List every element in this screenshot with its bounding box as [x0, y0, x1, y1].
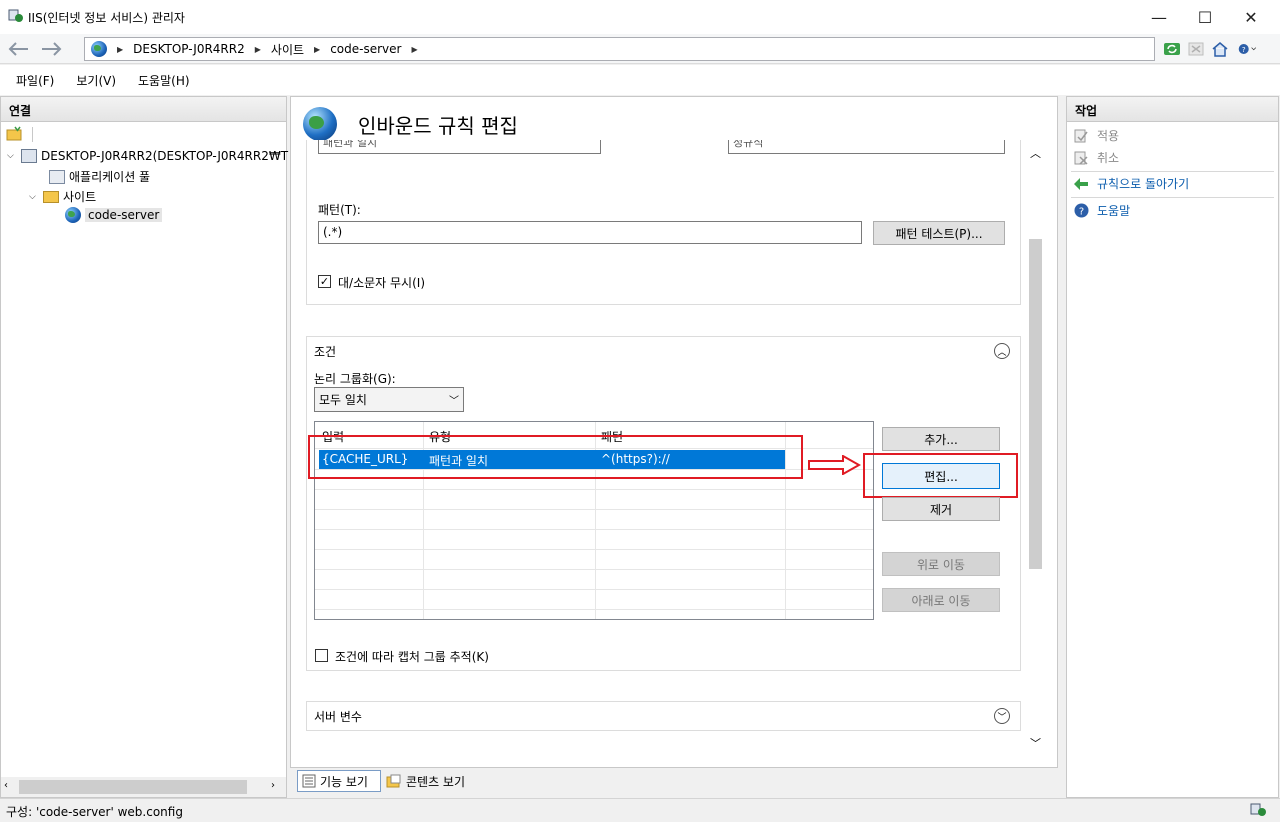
refresh-icon[interactable]: [1162, 39, 1182, 59]
breadcrumb-arrow-icon: ▶: [117, 44, 124, 54]
ignore-case-label: 대/소문자 무시(I): [338, 276, 426, 290]
svg-text:?: ?: [1078, 207, 1083, 218]
ignore-case-checkbox[interactable]: ✓: [318, 275, 331, 288]
menu-help[interactable]: 도움말(H): [138, 72, 190, 89]
pattern-label: 패턴(T):: [318, 203, 361, 217]
status-text: 구성: 'code-server' web.config: [6, 805, 183, 819]
features-view-icon: [302, 774, 316, 788]
chevron-down-icon[interactable]: ⌵: [29, 192, 39, 202]
requested-url-combo[interactable]: 패턴과 일치: [318, 140, 601, 154]
tab-features-view[interactable]: 기능 보기: [297, 770, 381, 792]
scroll-up-icon[interactable]: ︿: [1030, 145, 1041, 161]
page-title: 인바운드 규칙 편집: [358, 114, 518, 138]
tree-item-app-pools[interactable]: 애플리케이션 풀: [31, 168, 150, 185]
action-apply[interactable]: 적용: [1073, 127, 1119, 144]
scroll-down-icon[interactable]: ﹀: [1030, 735, 1041, 751]
action-back-to-rules[interactable]: 규칙으로 돌아가기: [1073, 175, 1189, 192]
server-variables-header: 서버 변수: [314, 710, 362, 724]
help-icon: ?: [1073, 203, 1089, 219]
address-bar[interactable]: ▶ DESKTOP-J0R4RR2 ▶ 사이트 ▶ code-server ▶: [84, 37, 1155, 61]
connections-panel: 연결 ⌵ DESKTOP-J0R4RR2(DESKTOP-J0R4RR2₩T 애…: [0, 96, 288, 798]
pattern-input[interactable]: (.*): [318, 221, 862, 244]
connections-header: 연결: [1, 97, 286, 122]
app-pool-icon: [49, 169, 65, 184]
content-view-icon: [386, 774, 401, 788]
globe-icon: [65, 207, 81, 223]
apply-icon: [1073, 128, 1089, 144]
test-pattern-button[interactable]: 패턴 테스트(P)...: [873, 221, 1005, 245]
forward-arrow-icon[interactable]: [36, 38, 66, 60]
help-icon[interactable]: ?: [1238, 39, 1258, 59]
scroll-left-icon[interactable]: ‹: [4, 780, 8, 791]
toolbar-separator: [32, 127, 33, 142]
conditions-header: 조건: [314, 345, 337, 359]
logical-grouping-select[interactable]: 모두 일치 ﹀: [314, 387, 464, 412]
iis-app-icon: [8, 9, 24, 23]
actions-panel: 작업 적용 취소 규칙으로 돌아가기 ? 도움말: [1066, 96, 1279, 798]
breadcrumb-arrow-icon: ▶: [314, 44, 321, 54]
highlight-box-row: [308, 435, 803, 479]
breadcrumb-arrow-icon: ▶: [254, 44, 261, 54]
annotation-arrow-icon: [807, 454, 862, 478]
breadcrumb-arrow-icon: ▶: [411, 44, 418, 54]
stop-icon[interactable]: [1186, 39, 1206, 59]
tree-item-server[interactable]: ⌵ DESKTOP-J0R4RR2(DESKTOP-J0R4RR2₩T: [7, 149, 288, 163]
breadcrumb-server[interactable]: DESKTOP-J0R4RR2: [133, 42, 245, 56]
actions-header: 작업: [1067, 97, 1278, 122]
breadcrumb-sites[interactable]: 사이트: [271, 41, 304, 58]
move-down-button[interactable]: 아래로 이동: [882, 588, 1000, 612]
action-help[interactable]: ? 도움말: [1073, 202, 1130, 219]
add-condition-button[interactable]: 추가...: [882, 427, 1000, 451]
maximize-button[interactable]: ☐: [1182, 0, 1228, 34]
minimize-button[interactable]: —: [1136, 0, 1182, 34]
action-cancel[interactable]: 취소: [1073, 149, 1119, 166]
menu-view[interactable]: 보기(V): [76, 72, 116, 89]
tree-item-site[interactable]: code-server: [65, 207, 163, 223]
connections-horizontal-scrollbar[interactable]: ‹ ›: [1, 777, 286, 797]
track-capture-label: 조건에 따라 캡처 그룹 추적(K): [335, 650, 489, 664]
menu-bar: 파일(F) 보기(V) 도움말(H): [0, 65, 1280, 95]
menu-file[interactable]: 파일(F): [16, 72, 54, 89]
svg-text:?: ?: [1242, 45, 1246, 54]
title-bar: IIS(인터넷 정보 서비스) 관리자 — ☐ ✕: [0, 0, 1280, 34]
track-capture-checkbox[interactable]: [315, 649, 328, 662]
expand-server-variables-icon[interactable]: ﹀: [994, 708, 1010, 724]
scroll-right-icon[interactable]: ›: [271, 780, 275, 791]
chevron-down-icon[interactable]: ⌵: [7, 151, 17, 161]
server-variables-group[interactable]: [306, 701, 1021, 731]
using-combo[interactable]: 정규식: [728, 140, 1005, 154]
breadcrumb-site[interactable]: code-server: [330, 42, 401, 56]
tree-item-sites[interactable]: ⌵ 사이트: [29, 188, 96, 205]
edit-condition-button[interactable]: 편집...: [882, 463, 1000, 489]
collapse-conditions-icon[interactable]: ︿: [994, 343, 1010, 359]
view-tabs: 기능 보기 콘텐츠 보기: [290, 768, 1058, 798]
navigation-bar: ▶ DESKTOP-J0R4RR2 ▶ 사이트 ▶ code-server ▶ …: [0, 34, 1280, 64]
move-up-button[interactable]: 위로 이동: [882, 552, 1000, 576]
chevron-down-icon: ﹀: [449, 396, 459, 407]
server-icon: [21, 149, 37, 163]
scroll-thumb[interactable]: [19, 780, 247, 794]
remove-condition-button[interactable]: 제거: [882, 497, 1000, 521]
tab-content-view[interactable]: 콘텐츠 보기: [384, 770, 465, 792]
back-arrow-icon[interactable]: [4, 38, 34, 60]
window-title: IIS(인터넷 정보 서비스) 관리자: [28, 11, 185, 25]
scroll-thumb[interactable]: [1029, 239, 1042, 569]
sites-folder-icon: [43, 190, 59, 203]
cancel-icon: [1073, 150, 1089, 166]
server-status-icon: [1250, 803, 1268, 820]
rewrite-globe-icon: [303, 107, 337, 141]
editor-vertical-scrollbar[interactable]: ︿ ﹀: [1027, 145, 1044, 755]
back-arrow-icon: [1073, 176, 1089, 192]
close-button[interactable]: ✕: [1228, 0, 1274, 34]
new-connection-icon[interactable]: [6, 126, 32, 145]
globe-icon: [91, 41, 107, 57]
logical-grouping-label: 논리 그룹화(G):: [314, 372, 396, 386]
home-icon[interactable]: [1210, 39, 1230, 59]
status-bar: 구성: 'code-server' web.config: [0, 798, 1280, 822]
